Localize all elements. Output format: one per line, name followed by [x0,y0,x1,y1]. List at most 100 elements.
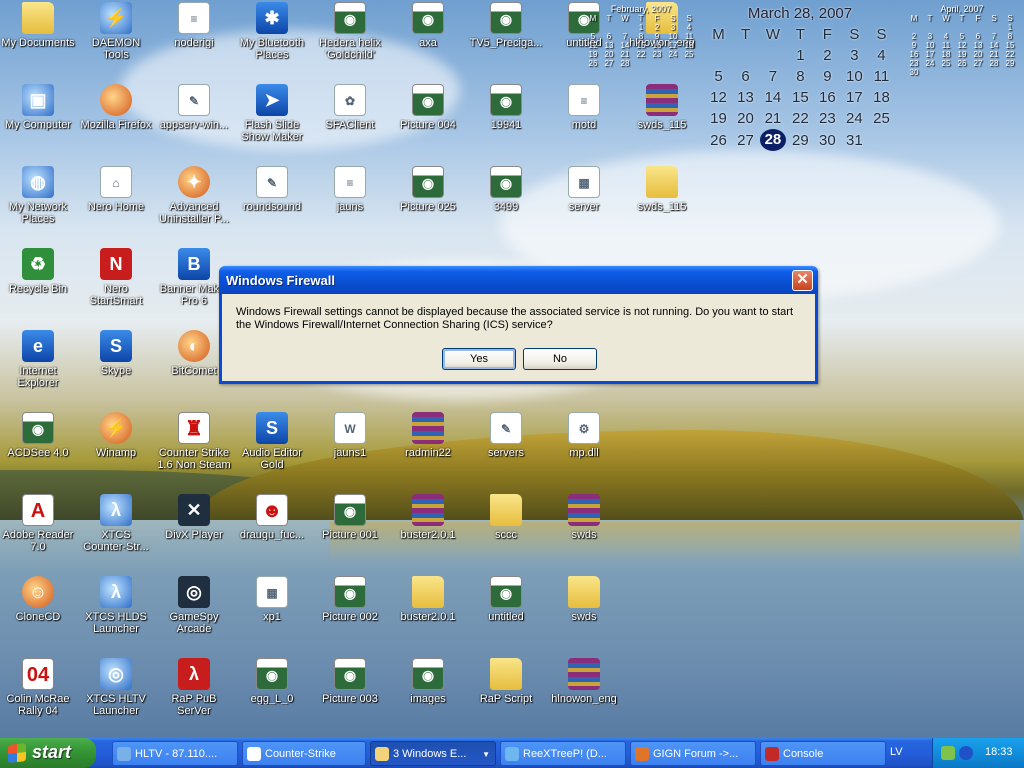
desktop-icon-clonecd[interactable]: ☺ CloneCD [0,576,76,623]
desktop-icon-picture-025[interactable]: ◉ Picture 025 [390,166,466,213]
start-button[interactable]: start [0,738,96,768]
desktop-icon-internet-explorer[interactable]: e Internet Explorer [0,330,76,389]
taskbar-button[interactable]: 3 Windows E... ▼ [370,741,496,766]
desktop-icon-tv5-precigaro[interactable]: ◉ TV5_Preciga... [468,2,544,49]
desktop-icon-swds-a[interactable]: swds [546,494,622,541]
desktop-icon-my-network-places[interactable]: ◍ My Network Places [0,166,76,225]
yes-button[interactable]: Yes [442,348,516,370]
calendar-day: 24 [846,110,863,127]
desktop-icon-egg-l-0[interactable]: ◉ egg_L_0 [234,658,310,705]
tray-bluetooth-icon[interactable] [959,746,973,760]
desktop-icon-my-bluetooth-places[interactable]: ✱ My Bluetooth Places [234,2,310,61]
picture-025-icon: ◉ [412,166,444,198]
calendar-day: 9 [823,68,832,85]
my-documents-icon [22,2,54,34]
desktop-icon-sccc[interactable]: sccc [468,494,544,541]
desktop-icon-axa[interactable]: ◉ axa [390,2,466,49]
desktop-icon-picture-003[interactable]: ◉ Picture 003 [312,658,388,705]
taskbar-button[interactable]: GIGN Forum ->... [630,741,756,766]
desktop-icon-hedera-helix[interactable]: ◉ Hedera helix 'Goldchild' [312,2,388,61]
desktop-icon-my-documents[interactable]: My Documents [0,2,76,49]
desktop-icon-untitled-bmp[interactable]: ◉ untitled [468,576,544,623]
desktop-icon-images[interactable]: ◉ images [390,658,466,705]
desktop-icon-xtcs-hltv-launcher[interactable]: ◎ XTCS HLTV Launcher [78,658,154,717]
desktop-icon-mp-dll[interactable]: ⚙ mp.dll [546,412,622,459]
desktop-icon-label: TV5_Preciga... [469,37,543,49]
desktop-icon-19941[interactable]: ◉ 19941 [468,84,544,131]
calendar-day [986,68,1002,77]
desktop-icon-my-computer[interactable]: ▣ My Computer [0,84,76,131]
dialog-close-button[interactable]: ✕ [792,270,813,291]
desktop-icon-buster-201-a[interactable]: buster2.0.1 [390,494,466,541]
desktop-icon-hlnowon-eng[interactable]: hlnowon_eng [546,658,622,705]
calendar-day: 1 [796,47,805,64]
desktop-icon-radmin22[interactable]: radmin22 [390,412,466,459]
desktop-icon-label: My Network Places [8,201,68,225]
desktop-icon-3499[interactable]: ◉ 3499 [468,166,544,213]
dialog-title-bar[interactable]: Windows Firewall ✕ [219,266,818,294]
calendar-day: 28 [620,59,630,68]
desktop-icon-swds-115-b[interactable]: swds_115 [624,166,700,213]
desktop-icon-picture-004[interactable]: ◉ Picture 004 [390,84,466,131]
desktop-icon-daemon-tools[interactable]: ⚡ DAEMON Tools [78,2,154,61]
desktop-icon-rap-pub-server[interactable]: λ RaP PuB SerVer [156,658,232,717]
desktop-icon-adobe-reader[interactable]: A Adobe Reader 7.0 [0,494,76,553]
calendar-day [922,68,938,77]
desktop-icon-xp1[interactable]: ▦ xp1 [234,576,310,623]
desktop-icon-skype[interactable]: S Skype [78,330,154,377]
desktop-icon-nero-home[interactable]: ⌂ Nero Home [78,166,154,213]
desktop-icon-gamespy-arcade[interactable]: ◎ GameSpy Arcade [156,576,232,635]
desktop-icon-acdsee[interactable]: ◉ ACDSee 4.0 [0,412,76,459]
taskbar-button[interactable]: Counter-Strike [242,741,366,766]
internet-explorer-icon: e [22,330,54,362]
desktop-icon-servers[interactable]: ✎ servers [468,412,544,459]
tray-network-icon[interactable] [941,746,955,760]
taskbar-button[interactable]: HLTV - 87.110.... [112,741,238,766]
language-indicator[interactable]: LV [890,746,903,758]
desktop-icon-advanced-uninstaller[interactable]: ✦ Advanced Uninstaller P... [156,166,232,225]
desktop-icon-label: DivX Player [165,529,223,541]
clock[interactable]: 18:33 [985,746,1013,758]
appserv-win-icon: ✎ [178,84,210,116]
desktop-icon-picture-001[interactable]: ◉ Picture 001 [312,494,388,541]
taskbar: start HLTV - 87.110.... Counter-Strike 3 W… [0,738,1024,768]
calendar-day: 4 [943,32,949,41]
desktop-icon-jauns[interactable]: ≡ jauns [312,166,388,213]
desktop-icon-winamp[interactable]: ⚡ Winamp [78,412,154,459]
calendar-day: 17 [925,50,935,59]
desktop-icon-divx-player[interactable]: ✕ DivX Player [156,494,232,541]
desktop-icon-roundsound[interactable]: ✎ roundsound [234,166,310,213]
desktop-icon-mozilla-firefox[interactable]: Mozilla Firefox [78,84,154,131]
taskbar-button[interactable]: ReeXTreeP! (D... [500,741,626,766]
desktop-icon-audio-editor-gold[interactable]: S Audio Editor Gold [234,412,310,471]
desktop-icon-flash-slide-show-maker[interactable]: ➤ Flash Slide Show Maker [234,84,310,143]
desktop-icon-rap-script[interactable]: RaP Script [468,658,544,705]
desktop-icon-motd[interactable]: ≡ motd [546,84,622,131]
dialog-body: Windows Firewall settings cannot be disp… [222,294,815,381]
desktop-icon-swds-115-a[interactable]: swds_115 [624,84,700,131]
no-button[interactable]: No [523,348,597,370]
desktop-icon-label: RaP Script [479,693,533,705]
calendar-day [585,23,601,32]
desktop-icon-xtcs-counter-strike[interactable]: λ XTCS Counter-Str... [78,494,154,553]
desktop-icon-xtcs-hlds-launcher[interactable]: λ XTCS HLDS Launcher [78,576,154,635]
taskbar-button[interactable]: Console [760,741,886,766]
taskbar-app-icon [375,747,389,761]
desktop-icon-server[interactable]: ▦ server [546,166,622,213]
desktop-icon-noderigi[interactable]: ≡ noderigi [156,2,232,49]
desktop-icon-sfaclient[interactable]: ✿ SFAClient [312,84,388,131]
desktop-icon-colin-mcrae[interactable]: 04 Colin McRae Rally 04 [0,658,76,717]
desktop-icon-buster-201-b[interactable]: buster2.0.1 [390,576,466,623]
desktop-icon-draugu-fuc[interactable]: ☻ draugu_fuc... [234,494,310,541]
weekday-header: S [849,26,860,43]
desktop-icon-swds-b[interactable]: swds [546,576,622,623]
calendar-april: April, 2007 M T W T F S S 1 2 3 4 5 6 7 8 9 10 11 12 13 14 15… [906,4,1018,77]
desktop-icon-recycle-bin[interactable]: ♻ Recycle Bin [0,248,76,295]
desktop-icon-jauns1[interactable]: Wjauns1 [312,412,388,459]
desktop-icon-picture-002[interactable]: ◉ Picture 002 [312,576,388,623]
desktop-icon-nero-startsmart[interactable]: N Nero StartSmart [78,248,154,307]
desktop-icon-counter-strike-16[interactable]: ♜ Counter Strike 1.6 Non Steam [156,412,232,471]
calendar-day: 17 [668,41,678,50]
desktop-icon-appserv-win[interactable]: ✎ appserv-win... [156,84,232,131]
draugu-fuc-icon: ☻ [256,494,288,526]
